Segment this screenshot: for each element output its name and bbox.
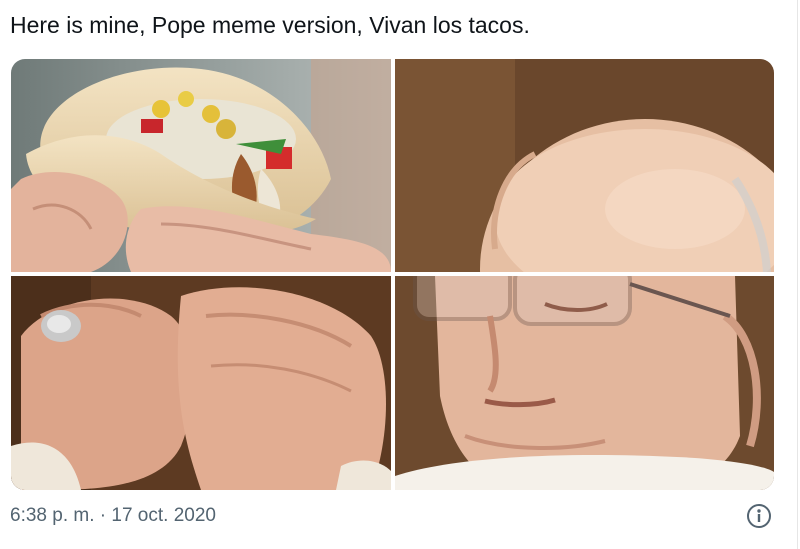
timeline-border <box>797 0 798 549</box>
media-grid[interactable] <box>11 59 774 490</box>
media-photo-taco[interactable] <box>11 59 391 272</box>
taco-image <box>11 59 391 272</box>
media-photo-pope-hands[interactable] <box>11 276 391 490</box>
pope-face-image <box>395 276 774 490</box>
pope-hands-image <box>11 276 391 490</box>
info-circle-icon[interactable] <box>746 503 772 529</box>
media-photo-pope-face[interactable] <box>395 276 774 490</box>
media-photo-pope-head[interactable] <box>395 59 774 272</box>
tweet-timestamp[interactable]: 6:38 p. m. · 17 oct. 2020 <box>10 504 216 528</box>
tweet-text: Here is mine, Pope meme version, Vivan l… <box>10 12 530 38</box>
pope-head-image <box>395 59 774 272</box>
